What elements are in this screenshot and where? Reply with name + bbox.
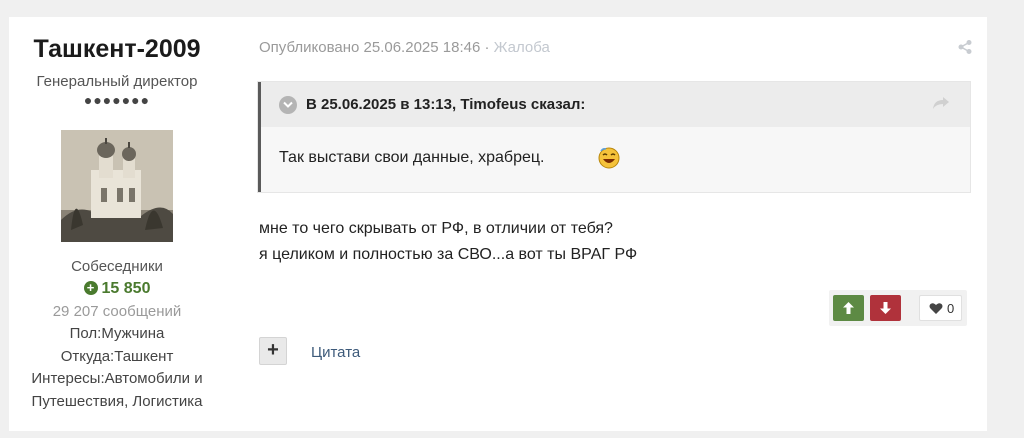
reaction-bar: 0: [829, 290, 967, 326]
interests-field-line2: Путешествия, Логистика: [31, 393, 203, 410]
author-title: Генеральный директор: [36, 73, 198, 90]
gender-field: Пол:Мужчина: [69, 325, 165, 342]
avatar[interactable]: [61, 130, 173, 242]
quote-text: Так выстави свои данные, храбрец.: [279, 149, 545, 166]
vote-up-button[interactable]: [833, 295, 864, 321]
rank-dots: ●●●●●●●: [83, 92, 151, 108]
arrow-down-icon: [880, 302, 891, 314]
like-count: 0: [947, 301, 955, 316]
multiquote-button[interactable]: +: [259, 337, 287, 365]
laughing-emoji: [597, 145, 621, 169]
interests-field-line1: Интересы:Автомобили и: [31, 370, 203, 387]
chevron-down-icon[interactable]: [279, 96, 297, 114]
reply-arrow-icon[interactable]: [932, 96, 950, 115]
author-name[interactable]: Ташкент-2009: [9, 35, 225, 64]
plus-circle-icon: +: [83, 281, 98, 295]
meta-separator: ·: [480, 39, 494, 56]
arrow-up-icon: [843, 302, 854, 314]
post-line: мне то чего скрывать от РФ, в отличии от…: [259, 220, 613, 237]
post-line: я целиком и полностью за СВО...а вот ты …: [259, 246, 638, 263]
share-icon[interactable]: [957, 39, 973, 55]
post-card: Ташкент-2009 Генеральный директор ●●●●●●…: [9, 17, 987, 431]
quote-block: В 25.06.2025 в 13:13, Timofeus сказал: Т…: [258, 82, 970, 192]
member-group: Собеседники: [71, 258, 163, 275]
quote-citation[interactable]: В 25.06.2025 в 13:13, Timofeus сказал:: [306, 96, 585, 113]
reputation-value: 15 850: [101, 280, 151, 297]
heart-icon: [929, 303, 943, 314]
post-meta: Опубликовано 25.06.2025 18:46 · Жалоба: [259, 39, 550, 56]
vote-down-button[interactable]: [870, 295, 901, 321]
post-content: мне то чего скрывать от РФ, в отличии от…: [259, 216, 637, 268]
published-date[interactable]: Опубликовано 25.06.2025 18:46: [259, 39, 480, 56]
like-button[interactable]: 0: [919, 295, 962, 321]
report-link[interactable]: Жалоба: [494, 39, 550, 56]
location-field: Откуда:Ташкент: [60, 348, 174, 365]
reputation: +15 850: [9, 280, 225, 298]
quote-header: В 25.06.2025 в 13:13, Timofeus сказал:: [261, 82, 970, 127]
post-count: 29 207 сообщений: [52, 303, 182, 320]
quote-button[interactable]: Цитата: [311, 344, 360, 361]
